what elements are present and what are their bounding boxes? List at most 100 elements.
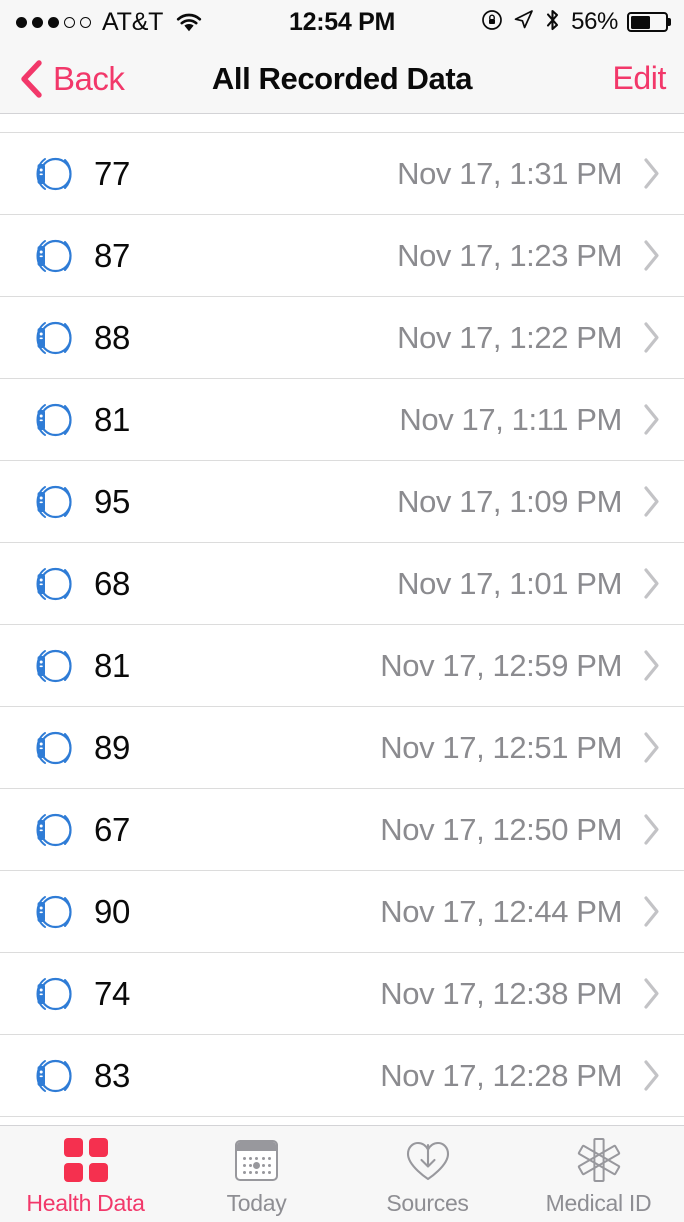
row-timestamp: Nov 17, 1:11 PM: [399, 401, 622, 437]
row-meta: Nov 17, 1:01 PM: [397, 566, 662, 602]
chevron-right-icon: [642, 567, 662, 600]
row-value: 95: [94, 482, 131, 520]
back-button-label: Back: [53, 59, 125, 97]
signal-dot-filled: [32, 16, 43, 28]
apple-watch-icon: [36, 649, 72, 682]
health-data-grid-icon: [63, 1136, 108, 1184]
table-row[interactable]: 67 Nov 17, 12:50 PM: [0, 789, 684, 871]
row-source: 81: [34, 395, 130, 445]
apple-watch-icon: [36, 895, 72, 928]
back-button[interactable]: Back: [18, 59, 125, 99]
apple-watch-icon: [36, 485, 72, 518]
battery-percent-label: 56%: [571, 8, 618, 35]
table-row[interactable]: 95 Nov 17, 1:09 PM: [0, 461, 684, 543]
row-meta: Nov 17, 12:28 PM: [380, 1058, 662, 1094]
row-value: 74: [94, 974, 131, 1012]
row-value: 90: [94, 892, 131, 930]
cellular-signal-dots: [16, 16, 91, 28]
battery-icon: [627, 12, 668, 32]
apple-watch-icon: [36, 567, 72, 600]
table-row[interactable]: 68 Nov 17, 1:01 PM: [0, 543, 684, 625]
row-meta: Nov 17, 1:09 PM: [397, 484, 662, 520]
row-value: 67: [94, 810, 131, 848]
table-row[interactable]: 87 Nov 17, 1:23 PM: [0, 215, 684, 297]
carrier-label: AT&T: [102, 7, 164, 36]
health-app-screen: AT&T 12:54 PM 56% Back All Recorded Data…: [0, 0, 684, 1222]
heart-download-icon: [404, 1136, 452, 1184]
star-of-life-icon: [575, 1136, 623, 1184]
tab-bar: Health Data Today Sources Medical ID: [0, 1125, 684, 1222]
row-source: 95: [34, 477, 130, 527]
row-timestamp: Nov 17, 1:23 PM: [397, 237, 622, 273]
chevron-left-icon: [18, 59, 44, 99]
tab-sources[interactable]: Sources: [342, 1136, 513, 1217]
rotation-lock-icon: [481, 9, 503, 36]
row-meta: Nov 17, 1:31 PM: [397, 156, 662, 192]
row-timestamp: Nov 17, 12:59 PM: [380, 647, 622, 683]
chevron-right-icon: [642, 1059, 662, 1092]
apple-watch-icon: [36, 813, 72, 846]
table-row[interactable]: 81 Nov 17, 1:11 PM: [0, 379, 684, 461]
row-meta: Nov 17, 12:50 PM: [380, 812, 662, 848]
row-timestamp: Nov 17, 12:44 PM: [380, 893, 622, 929]
row-source: 74: [34, 969, 130, 1019]
row-timestamp: Nov 17, 12:28 PM: [380, 1057, 622, 1093]
row-meta: Nov 17, 1:23 PM: [397, 238, 662, 274]
recorded-data-list[interactable]: 77 Nov 17, 1:31 PM 87 Nov 17, 1:23 PM 88…: [0, 114, 684, 1125]
row-value: 81: [94, 646, 131, 684]
calendar-icon: [235, 1136, 278, 1184]
edit-button[interactable]: Edit: [612, 60, 666, 97]
apple-watch-icon: [36, 1059, 72, 1092]
tab-health-data[interactable]: Health Data: [0, 1136, 171, 1217]
row-timestamp: Nov 17, 1:01 PM: [397, 565, 622, 601]
row-timestamp: Nov 17, 12:51 PM: [380, 729, 622, 765]
table-row[interactable]: 74 Nov 17, 12:38 PM: [0, 953, 684, 1035]
grid-square: [63, 1163, 83, 1182]
chevron-right-icon: [642, 485, 662, 518]
tab-today[interactable]: Today: [171, 1136, 342, 1217]
grid-square: [63, 1138, 83, 1157]
grid-square: [88, 1163, 108, 1182]
row-source: 67: [34, 805, 130, 855]
row-meta: Nov 17, 12:38 PM: [380, 976, 662, 1012]
row-source: 90: [34, 887, 130, 937]
tab-medical-id[interactable]: Medical ID: [513, 1136, 684, 1217]
row-meta: Nov 17, 12:51 PM: [380, 730, 662, 766]
table-row[interactable]: 88 Nov 17, 1:22 PM: [0, 297, 684, 379]
apple-watch-icon: [36, 321, 72, 354]
status-bar: AT&T 12:54 PM 56%: [0, 0, 684, 44]
row-timestamp: Nov 17, 1:22 PM: [397, 319, 622, 355]
row-timestamp: Nov 17, 12:50 PM: [380, 811, 622, 847]
row-value: 89: [94, 728, 131, 766]
table-row[interactable]: 90 Nov 17, 12:44 PM: [0, 871, 684, 953]
table-row[interactable]: 81 Nov 17, 12:59 PM: [0, 625, 684, 707]
status-bar-right: 56%: [481, 8, 668, 37]
wifi-icon: [175, 12, 203, 33]
grid-square: [88, 1138, 108, 1157]
chevron-right-icon: [642, 813, 662, 846]
row-source: 83: [34, 1051, 130, 1101]
table-row[interactable]: 77 Nov 17, 1:31 PM: [0, 133, 684, 215]
row-value: 87: [94, 236, 131, 274]
row-source: 68: [34, 559, 130, 609]
table-row[interactable]: 83 Nov 17, 12:28 PM: [0, 1035, 684, 1117]
row-timestamp: Nov 17, 1:31 PM: [397, 155, 622, 191]
bluetooth-icon: [544, 8, 561, 37]
row-source: 77: [34, 149, 130, 199]
apple-watch-icon: [36, 239, 72, 272]
signal-dot-filled: [16, 16, 27, 28]
row-value: 81: [94, 400, 131, 438]
row-meta: Nov 17, 1:22 PM: [397, 320, 662, 356]
row-source: 87: [34, 231, 130, 281]
row-meta: Nov 17, 12:44 PM: [380, 894, 662, 930]
row-source: 88: [34, 313, 130, 363]
tab-sources-label: Sources: [386, 1190, 469, 1216]
table-row[interactable]: 89 Nov 17, 12:51 PM: [0, 707, 684, 789]
row-meta: Nov 17, 1:11 PM: [399, 402, 662, 438]
chevron-right-icon: [642, 239, 662, 272]
tab-health-data-label: Health Data: [26, 1190, 145, 1216]
chevron-right-icon: [642, 649, 662, 682]
navigation-bar: Back All Recorded Data Edit: [0, 44, 684, 114]
signal-dot-empty: [64, 16, 75, 28]
chevron-right-icon: [642, 731, 662, 764]
